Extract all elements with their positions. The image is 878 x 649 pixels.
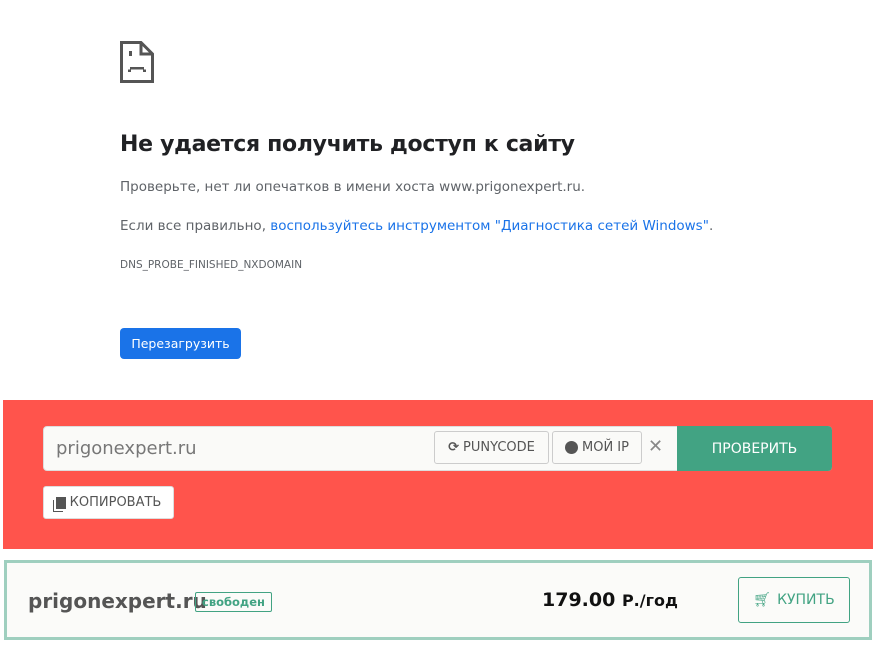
copy-label: КОПИРОВАТЬ [69,495,162,510]
copy-icon [55,496,66,509]
status-badge: свободен [195,592,272,612]
sad-document-icon [120,41,154,83]
punycode-button[interactable]: ⟳ PUNYCODE [434,431,549,464]
error-suggestion: Если все правильно, воспользуйтесь инстр… [120,218,713,234]
error-code: DNS_PROBE_FINISHED_NXDOMAIN [120,259,303,271]
compass-icon [565,441,578,454]
refresh-icon: ⟳ [448,440,460,455]
network-diagnostics-link[interactable]: воспользуйтесь инструментом "Диагностика… [270,218,709,234]
price-unit: Р./год [621,591,678,610]
punycode-label: PUNYCODE [463,440,535,455]
my-ip-label: МОЙ IP [582,440,629,455]
my-ip-button[interactable]: МОЙ IP [552,431,642,464]
buy-button[interactable]: 🛒︎ КУПИТЬ [738,577,850,623]
domain-result-row: prigonexpert.ru свободен 179.00 Р./год 🛒… [4,560,872,640]
copy-button[interactable]: КОПИРОВАТЬ [43,486,174,519]
result-domain: prigonexpert.ru [28,589,207,613]
price-value: 179.00 [542,589,616,611]
domain-input-value[interactable]: prigonexpert.ru [56,438,197,459]
error-hint: Проверьте, нет ли опечатков в имени хост… [120,179,586,195]
price: 179.00 Р./год [542,589,678,611]
suggestion-suffix: . [708,218,714,234]
buy-label: КУПИТЬ [777,592,835,608]
cart-icon: 🛒︎ [753,592,772,608]
domain-input[interactable]: prigonexpert.ru ⟳ PUNYCODE МОЙ IP ✕ ПРОВЕ… [43,426,832,471]
clear-icon[interactable]: ✕ [648,436,663,457]
domain-checker-panel: prigonexpert.ru ⟳ PUNYCODE МОЙ IP ✕ ПРОВЕ… [3,400,873,549]
suggestion-prefix: Если все правильно, [120,218,271,234]
reload-button[interactable]: Перезагрузить [120,328,241,359]
check-button[interactable]: ПРОВЕРИТЬ [677,426,832,471]
error-title: Не удается получить доступ к сайту [120,132,575,157]
